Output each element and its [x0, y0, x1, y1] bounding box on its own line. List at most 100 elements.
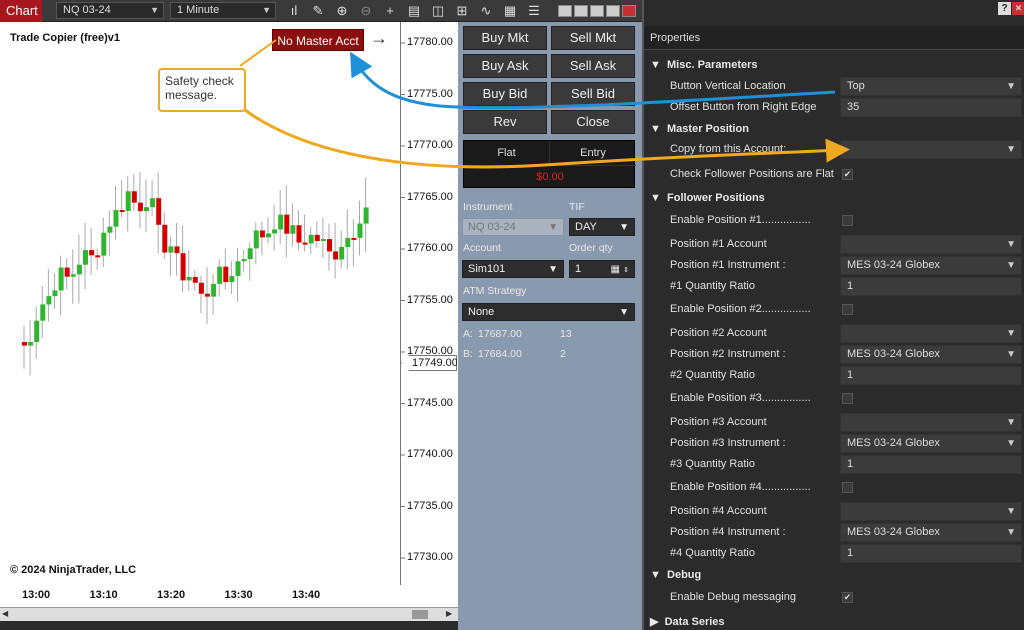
account-dropdown[interactable]: Sim101 ▼: [462, 260, 564, 278]
copy-account-dropdown[interactable]: ▼: [840, 140, 1022, 159]
enable-debug-checkbox[interactable]: ✔: [842, 592, 853, 603]
properties-header: Properties: [644, 26, 1024, 50]
quantity-ratio-1-input[interactable]: 1: [840, 277, 1022, 296]
position-1-instrument-dropdown[interactable]: MES 03-24 Globex ▼: [840, 256, 1022, 275]
zoom-out-icon[interactable]: ⊖: [358, 3, 374, 19]
position-3-account-dropdown[interactable]: ▼: [840, 413, 1022, 432]
strategies-icon[interactable]: ∿: [478, 3, 494, 19]
ask-label: A:: [463, 328, 473, 340]
price-tick-label: 17755.00: [407, 293, 453, 306]
no-master-account-button[interactable]: No Master Acct: [272, 29, 364, 51]
candle-body: [101, 232, 107, 256]
offset-button-input[interactable]: 35: [840, 98, 1022, 117]
button-location-dropdown[interactable]: Top ▼: [840, 77, 1022, 96]
position-4-instrument-dropdown[interactable]: MES 03-24 Globex ▼: [840, 523, 1022, 542]
minimize-icon[interactable]: [590, 5, 604, 17]
position-3-instrument-dropdown[interactable]: MES 03-24 Globex ▼: [840, 434, 1022, 453]
horizontal-scrollbar[interactable]: ◀ ▶: [0, 607, 458, 621]
crosshair-icon[interactable]: +: [382, 3, 398, 19]
enable-position-2-checkbox[interactable]: [842, 304, 853, 315]
chevron-down-icon: ▼: [548, 264, 558, 275]
current-price-tag: 17749.00: [401, 355, 457, 371]
tif-dropdown[interactable]: DAY ▼: [569, 218, 635, 236]
prop-enable-position-2: Enable Position #2................: [644, 299, 1024, 321]
candle-body: [131, 191, 137, 203]
prop-label: #4 Quantity Ratio: [670, 547, 755, 559]
scroll-thumb[interactable]: [412, 610, 428, 619]
section-follower-label: Follower Positions: [667, 192, 765, 204]
instrument-label: Instrument: [463, 201, 513, 213]
section-debug[interactable]: ▼ Debug: [650, 569, 701, 581]
indicators-icon[interactable]: ⊞: [454, 3, 470, 19]
section-follower-positions[interactable]: ▼ Follower Positions: [650, 192, 765, 204]
quantity-ratio-4-input[interactable]: 1: [840, 544, 1022, 563]
window-layout-icon[interactable]: [574, 5, 588, 17]
section-master-label: Master Position: [667, 123, 749, 135]
chart-toolbar: Chart NQ 03-24 ▼ 1 Minute ▼ ıl ✎ ⊕ ⊖ + ▤ ◫…: [0, 0, 642, 22]
bar-type-icon[interactable]: ıl: [286, 3, 302, 19]
sell-market-button[interactable]: Sell Mkt: [551, 26, 635, 50]
expand-icon: ▼: [650, 59, 661, 71]
chevron-down-icon: ▼: [150, 5, 159, 15]
buy-market-button[interactable]: Buy Mkt: [463, 26, 547, 50]
stepper-icon[interactable]: ⇕: [623, 263, 629, 279]
prop-label: Copy from this Account:: [670, 143, 787, 155]
instrument-dropdown[interactable]: NQ 03-24 ▼: [462, 218, 564, 236]
section-data-series[interactable]: ▶ Data Series: [650, 615, 725, 628]
draw-tool-icon[interactable]: ✎: [310, 3, 326, 19]
entry-label: Entry: [580, 147, 606, 159]
position-2-account-dropdown[interactable]: ▼: [840, 324, 1022, 343]
position-2-instrument-dropdown[interactable]: MES 03-24 Globex ▼: [840, 345, 1022, 364]
prop-label: Enable Position #2................: [670, 303, 811, 315]
section-master-position[interactable]: ▼ Master Position: [650, 123, 749, 135]
data-box-icon[interactable]: ▤: [406, 3, 422, 19]
prop-enable-position-3: Enable Position #3................: [644, 388, 1024, 410]
enable-position-3-checkbox[interactable]: [842, 393, 853, 404]
prop-value: MES 03-24 Globex: [847, 348, 940, 360]
order-qty-input[interactable]: 1 ▦ ⇕: [569, 260, 635, 278]
close-position-button[interactable]: Close: [551, 110, 635, 134]
close-icon[interactable]: ✕: [1012, 2, 1024, 15]
buy-bid-button[interactable]: Buy Bid: [463, 82, 547, 106]
close-icon[interactable]: [622, 5, 636, 17]
properties-icon[interactable]: ◫: [430, 3, 446, 19]
sell-ask-button[interactable]: Sell Ask: [551, 54, 635, 78]
time-tick-label: 13:40: [292, 589, 321, 601]
enable-position-4-checkbox[interactable]: [842, 482, 853, 493]
position-1-account-dropdown[interactable]: ▼: [840, 235, 1022, 254]
candle-body: [83, 250, 88, 265]
position-4-account-dropdown[interactable]: ▼: [840, 502, 1022, 521]
list-icon[interactable]: ☰: [526, 3, 542, 19]
quantity-ratio-2-input[interactable]: 1: [840, 366, 1022, 385]
scroll-left-icon[interactable]: ◀: [2, 609, 8, 618]
check-flat-checkbox[interactable]: ✔: [842, 169, 853, 180]
account-label: Account: [463, 242, 501, 254]
instrument-select[interactable]: NQ 03-24 ▼: [56, 2, 164, 19]
atm-strategy-dropdown[interactable]: None ▼: [462, 303, 635, 321]
zoom-in-icon[interactable]: ⊕: [334, 3, 350, 19]
candle-body: [272, 229, 278, 234]
prop-label: #3 Quantity Ratio: [670, 458, 755, 470]
window-layout-icon[interactable]: [558, 5, 572, 17]
chart-tab[interactable]: Chart: [0, 0, 42, 22]
scroll-right-icon[interactable]: ▶: [446, 609, 452, 618]
help-icon[interactable]: ?: [998, 2, 1011, 15]
interval-select[interactable]: 1 Minute ▼: [170, 2, 276, 19]
candle-body: [144, 207, 149, 212]
quantity-ratio-3-input[interactable]: 1: [840, 455, 1022, 474]
section-misc-parameters[interactable]: ▼ Misc. Parameters: [650, 59, 758, 71]
prop-button-location: Button Vertical Location Top ▼: [644, 76, 1024, 98]
arrow-right-icon: →: [370, 28, 388, 48]
candle-body: [89, 250, 95, 256]
maximize-icon[interactable]: [606, 5, 620, 17]
sell-bid-button[interactable]: Sell Bid: [551, 82, 635, 106]
candle-body: [64, 267, 70, 277]
time-axis: 13:00 13:10 13:20 13:30 13:40: [0, 585, 458, 607]
enable-position-1-checkbox[interactable]: [842, 215, 853, 226]
templates-icon[interactable]: ▦: [502, 3, 518, 19]
buy-ask-button[interactable]: Buy Ask: [463, 54, 547, 78]
calculator-icon[interactable]: ▦: [611, 262, 620, 278]
chart-panel[interactable]: Trade Copier (free)v1 © 2024 NinjaTrader…: [0, 22, 400, 607]
candle-body: [253, 230, 259, 249]
reverse-button[interactable]: Rev: [463, 110, 547, 134]
